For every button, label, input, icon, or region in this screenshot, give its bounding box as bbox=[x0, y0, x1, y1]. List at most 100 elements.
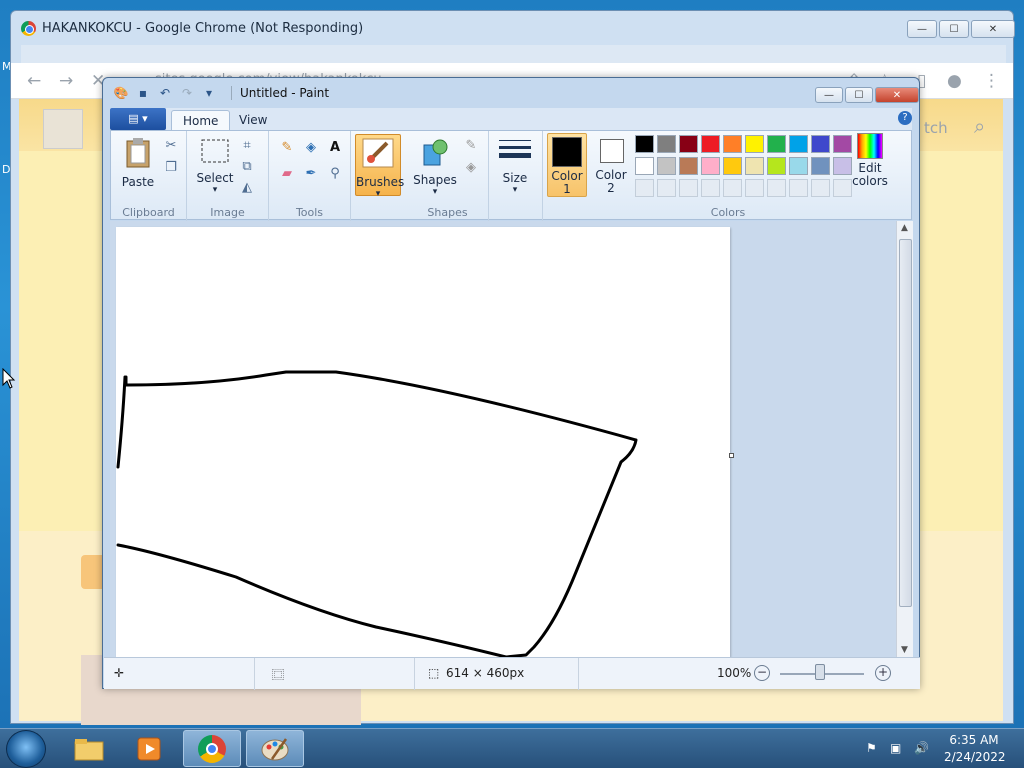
resize-icon[interactable]: ⧉ bbox=[237, 158, 257, 176]
status-bar: ✛ ⿴ ⬚ 614 × 460px 100% − + bbox=[104, 657, 920, 690]
back-arrow-icon[interactable]: ← bbox=[27, 71, 41, 91]
image-group: Select ▾ ⌗ ⧉ ◭ Image bbox=[187, 131, 269, 221]
paint-close-button[interactable]: ✕ bbox=[875, 87, 919, 103]
media-player-icon bbox=[137, 737, 161, 760]
zoom-out-button[interactable]: − bbox=[754, 665, 770, 681]
select-button[interactable]: Select ▾ bbox=[195, 137, 235, 195]
fill-icon[interactable]: ◈ bbox=[461, 159, 481, 177]
copy-icon[interactable]: ❐ bbox=[161, 159, 181, 177]
custom-color-slot[interactable] bbox=[811, 179, 830, 197]
fill-bucket-icon[interactable]: ◈ bbox=[301, 139, 321, 157]
palette-swatch[interactable] bbox=[701, 135, 720, 153]
forward-arrow-icon[interactable]: → bbox=[59, 71, 73, 91]
palette-swatch[interactable] bbox=[635, 135, 654, 153]
custom-color-slot[interactable] bbox=[723, 179, 742, 197]
action-center-flag-icon[interactable]: ⚑ bbox=[866, 741, 877, 755]
search-icon[interactable]: ⌕ bbox=[974, 114, 985, 138]
scroll-up-arrow-icon[interactable]: ▲ bbox=[901, 223, 908, 233]
minimize-button[interactable]: — bbox=[907, 20, 937, 38]
custom-color-slot[interactable] bbox=[635, 179, 654, 197]
palette-swatch[interactable] bbox=[701, 157, 720, 175]
custom-color-slot[interactable] bbox=[745, 179, 764, 197]
help-icon[interactable]: ? bbox=[898, 111, 912, 125]
clock[interactable]: 6:35 AM 2/24/2022 bbox=[944, 733, 1006, 764]
scrollbar-thumb[interactable] bbox=[899, 239, 912, 607]
color2-swatch bbox=[600, 139, 624, 163]
color1-swatch bbox=[552, 137, 582, 167]
maximize-button[interactable]: ☐ bbox=[939, 20, 969, 38]
paint-menu-button[interactable]: ▤ ▾ bbox=[110, 108, 166, 130]
palette-swatch[interactable] bbox=[723, 157, 742, 175]
magnifier-icon[interactable]: ⚲ bbox=[325, 165, 345, 183]
site-logo[interactable] bbox=[43, 109, 83, 149]
tab-home[interactable]: Home bbox=[171, 110, 231, 130]
palette-swatch[interactable] bbox=[679, 135, 698, 153]
volume-icon[interactable]: 🔊 bbox=[914, 741, 929, 755]
edit-colors-button[interactable]: Edit colors bbox=[847, 133, 893, 188]
customize-quick-access-icon[interactable]: ▾ bbox=[201, 85, 217, 101]
tab-view[interactable]: View bbox=[228, 110, 278, 130]
paste-button[interactable]: Paste bbox=[119, 137, 157, 189]
start-button[interactable] bbox=[6, 730, 46, 768]
palette-swatch[interactable] bbox=[745, 135, 764, 153]
network-icon[interactable]: ▣ bbox=[890, 741, 901, 755]
custom-color-slot[interactable] bbox=[657, 179, 676, 197]
outline-icon[interactable]: ✎ bbox=[461, 137, 481, 155]
zoom-in-button[interactable]: + bbox=[875, 665, 891, 681]
clipboard-group-label: Clipboard bbox=[122, 206, 175, 219]
palette-swatch[interactable] bbox=[723, 135, 742, 153]
canvas-resize-handle[interactable] bbox=[729, 453, 734, 458]
palette-swatch[interactable] bbox=[811, 157, 830, 175]
paint-minimize-button[interactable]: — bbox=[815, 87, 843, 103]
palette-swatch[interactable] bbox=[745, 157, 764, 175]
custom-color-slot[interactable] bbox=[767, 179, 786, 197]
rotate-icon[interactable]: ◭ bbox=[237, 179, 257, 197]
palette-swatch[interactable] bbox=[767, 135, 786, 153]
scroll-down-arrow-icon[interactable]: ▼ bbox=[901, 645, 908, 655]
eraser-icon[interactable]: ▰ bbox=[277, 165, 297, 183]
text-tool-icon[interactable]: A bbox=[325, 139, 345, 157]
taskbar-paint-button[interactable] bbox=[246, 730, 304, 767]
colors-group: Color 1 Color 2 Edit colors Colors bbox=[543, 131, 913, 221]
taskbar-chrome-button[interactable] bbox=[183, 730, 241, 767]
vertical-scrollbar[interactable]: ▲ ▼ bbox=[896, 221, 913, 657]
palette-swatch[interactable] bbox=[657, 157, 676, 175]
redo-icon[interactable]: ↷ bbox=[179, 85, 195, 101]
profile-icon[interactable]: ● bbox=[947, 71, 962, 91]
shapes-group-label: Shapes bbox=[427, 206, 468, 219]
zoom-slider-thumb[interactable] bbox=[815, 664, 825, 680]
color2-button[interactable]: Color 2 bbox=[591, 133, 631, 197]
palette-swatch[interactable] bbox=[635, 157, 654, 175]
undo-icon[interactable]: ↶ bbox=[157, 85, 173, 101]
cut-icon[interactable]: ✂ bbox=[161, 137, 181, 155]
palette-swatch[interactable] bbox=[789, 157, 808, 175]
paint-maximize-button[interactable]: ☐ bbox=[845, 87, 873, 103]
save-icon[interactable]: ▪ bbox=[135, 85, 151, 101]
palette-swatch[interactable] bbox=[811, 135, 830, 153]
color1-button[interactable]: Color 1 bbox=[547, 133, 587, 197]
menu-dots-icon[interactable]: ⋮ bbox=[983, 71, 1000, 91]
taskbar-explorer-button[interactable] bbox=[60, 730, 118, 767]
crop-icon[interactable]: ⌗ bbox=[237, 137, 257, 155]
palette-swatch[interactable] bbox=[679, 157, 698, 175]
custom-color-slot[interactable] bbox=[701, 179, 720, 197]
palette-swatch[interactable] bbox=[767, 157, 786, 175]
chrome-icon bbox=[198, 734, 226, 763]
palette-swatch[interactable] bbox=[789, 135, 808, 153]
close-button[interactable]: ✕ bbox=[971, 20, 1015, 38]
shapes-button[interactable]: Shapes ▾ bbox=[413, 137, 457, 197]
color-picker-icon[interactable]: ✒ bbox=[301, 165, 321, 183]
taskbar: ⚑ ▣ 🔊 6:35 AM 2/24/2022 bbox=[0, 728, 1024, 768]
tools-group-label: Tools bbox=[295, 206, 324, 219]
custom-color-slot[interactable] bbox=[679, 179, 698, 197]
paint-app-icon[interactable]: 🎨 bbox=[113, 85, 129, 101]
site-search-label[interactable]: tch bbox=[924, 119, 948, 137]
custom-color-slot[interactable] bbox=[789, 179, 808, 197]
brushes-button[interactable]: Brushes ▾ bbox=[355, 134, 404, 199]
taskbar-media-player-button[interactable] bbox=[120, 730, 178, 767]
size-button[interactable]: Size ▾ bbox=[495, 137, 535, 195]
drawing-canvas[interactable] bbox=[116, 227, 730, 657]
palette-swatch[interactable] bbox=[657, 135, 676, 153]
ribbon-tab-bar: ▤ ▾ Home View ? bbox=[110, 108, 912, 130]
pencil-icon[interactable]: ✎ bbox=[277, 139, 297, 157]
